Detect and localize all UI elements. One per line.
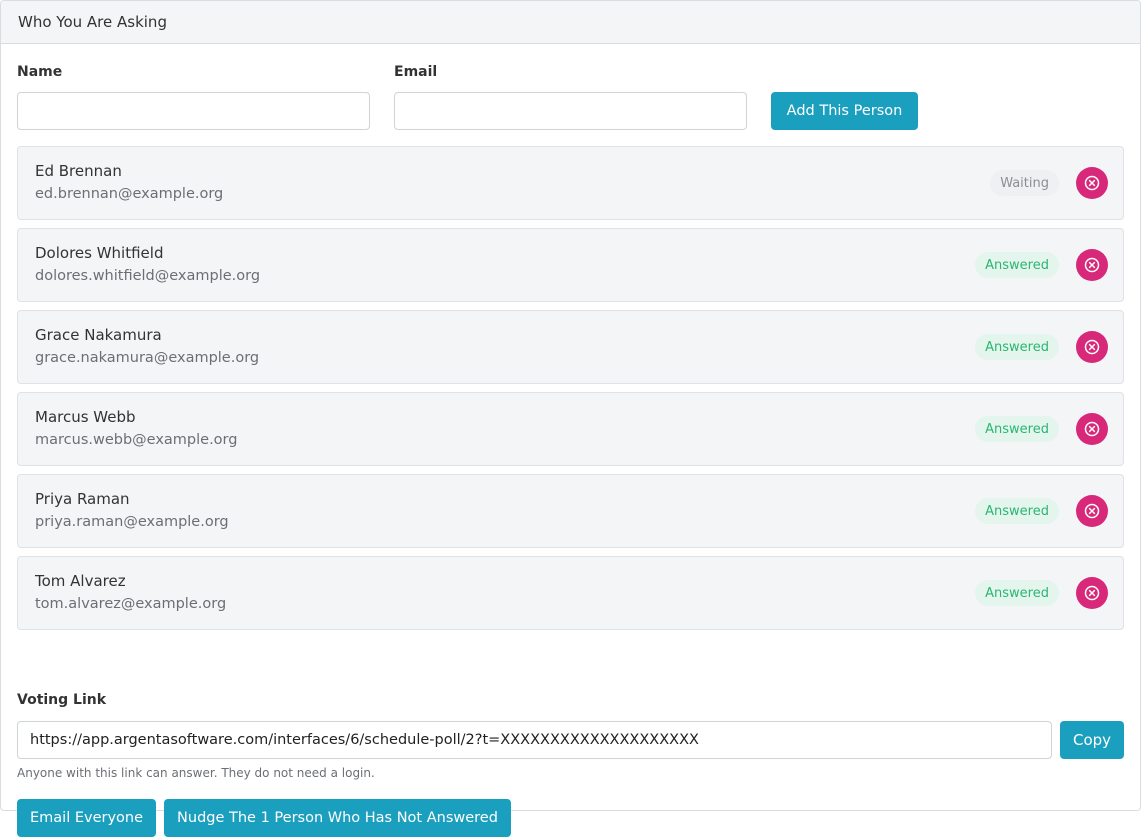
person-row: Priya Raman priya.raman@example.org Answer… [17, 474, 1124, 548]
remove-person-button[interactable] [1076, 413, 1108, 445]
person-row: Ed Brennan ed.brennan@example.org Waiting [17, 146, 1124, 220]
status-badge: Answered [975, 580, 1059, 606]
remove-person-button[interactable] [1076, 331, 1108, 363]
voting-link-section: Voting Link https://app.argentasoftware.… [17, 690, 1124, 784]
person-email: tom.alvarez@example.org [35, 596, 227, 612]
status-badge: Answered [975, 252, 1059, 278]
status-badge: Answered [975, 416, 1059, 442]
person-name: Tom Alvarez [35, 572, 126, 590]
voting-link-row: https://app.argentasoftware.com/interfac… [17, 721, 1124, 759]
person-name: Ed Brennan [35, 162, 122, 180]
person-row: Tom Alvarez tom.alvarez@example.org Answer… [17, 556, 1124, 630]
voting-link-help-text: Anyone with this link can answer. They d… [17, 766, 375, 780]
remove-person-button[interactable] [1076, 249, 1108, 281]
card-header: Who You Are Asking [1, 1, 1140, 44]
remove-person-button[interactable] [1076, 495, 1108, 527]
person-row: Dolores Whitfield dolores.whitfield@examp… [17, 228, 1124, 302]
name-input[interactable] [17, 92, 370, 130]
person-name: Priya Raman [35, 490, 130, 508]
close-circle-icon [1084, 585, 1100, 601]
remove-person-button[interactable] [1076, 167, 1108, 199]
status-badge: Answered [975, 498, 1059, 524]
email-label: Email [394, 64, 438, 80]
person-email: priya.raman@example.org [35, 514, 229, 530]
email-field-group: Email [394, 63, 747, 130]
close-circle-icon [1084, 421, 1100, 437]
person-email: grace.nakamura@example.org [35, 350, 260, 366]
copy-link-button[interactable]: Copy [1060, 721, 1124, 759]
status-badge: Waiting [990, 170, 1059, 196]
person-email: marcus.webb@example.org [35, 432, 238, 448]
person-row: Marcus Webb marcus.webb@example.org Answer… [17, 392, 1124, 466]
person-row: Grace Nakamura grace.nakamura@example.org… [17, 310, 1124, 384]
email-input[interactable] [394, 92, 747, 130]
person-email: ed.brennan@example.org [35, 186, 224, 202]
add-person-button[interactable]: Add This Person [771, 92, 918, 130]
add-person-form: Name Email Add This Person [17, 63, 1124, 133]
close-circle-icon [1084, 175, 1100, 191]
person-name: Grace Nakamura [35, 326, 162, 344]
who-you-are-asking-card: Who You Are Asking Name Email Add This P… [0, 0, 1141, 837]
name-field-group: Name [17, 63, 370, 130]
person-name: Marcus Webb [35, 408, 136, 426]
people-list: Ed Brennan ed.brennan@example.org Waiting D… [17, 146, 1124, 638]
card-title: Who You Are Asking [18, 13, 167, 31]
name-label: Name [17, 64, 63, 80]
person-name: Dolores Whitfield [35, 244, 164, 262]
voting-link-label: Voting Link [17, 692, 107, 708]
voting-link-input[interactable]: https://app.argentasoftware.com/interfac… [17, 721, 1052, 759]
email-everyone-button[interactable]: Email Everyone [17, 799, 157, 837]
close-circle-icon [1084, 339, 1100, 355]
remove-person-button[interactable] [1076, 577, 1108, 609]
close-circle-icon [1084, 503, 1100, 519]
close-circle-icon [1084, 257, 1100, 273]
action-buttons: Email Everyone Nudge The 1 Person Who Ha… [17, 799, 511, 837]
nudge-button[interactable]: Nudge The 1 Person Who Has Not Answered [164, 799, 511, 837]
person-email: dolores.whitfield@example.org [35, 268, 261, 284]
status-badge: Answered [975, 334, 1059, 360]
